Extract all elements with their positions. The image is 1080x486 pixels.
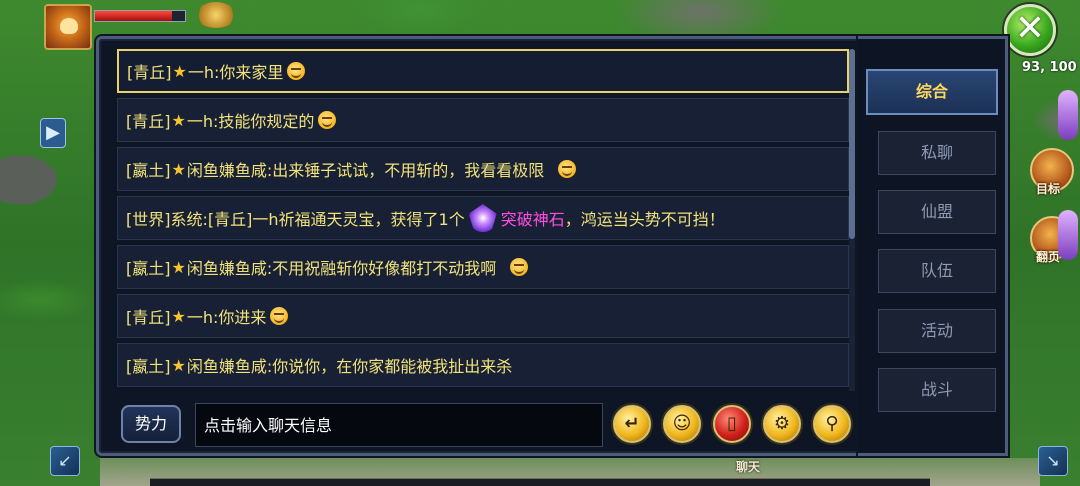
faction-channel-button[interactable]: 势力 xyxy=(121,405,181,443)
channel-tag: [嬴土] xyxy=(126,161,171,180)
channel-tag: [嬴土] xyxy=(126,259,171,278)
star-icon: ★ xyxy=(171,306,186,326)
location-pin-icon: ⚲ xyxy=(825,413,839,434)
settings-button[interactable]: ⚙ xyxy=(763,405,801,443)
smiley-icon xyxy=(510,258,529,276)
channel-tag: [青丘] xyxy=(126,112,171,131)
message-row[interactable]: [世界] 系统 :[青丘]一h祈福通天灵宝，获得了1个 突破神石 ，鸿运当头势不… xyxy=(117,196,849,240)
close-button[interactable]: ✕ xyxy=(1004,4,1056,56)
close-icon: ✕ xyxy=(1014,8,1046,49)
smiley-icon xyxy=(318,111,337,129)
message-scrollbar[interactable] xyxy=(849,49,855,391)
chat-input-row: 势力 ↵ ☺ ▯ ⚙ ⚲ xyxy=(117,401,857,447)
message-text: :你来家里 xyxy=(214,63,284,82)
channel-tag: [嬴土] xyxy=(126,357,171,376)
hp-bar-fill xyxy=(95,11,172,21)
channel-tag: [世界] xyxy=(126,210,171,229)
tab-team[interactable]: 队伍 xyxy=(878,249,996,293)
smiley-icon xyxy=(287,62,306,80)
coordinates-readout: 93, 100 xyxy=(1022,60,1077,75)
smiley-icon xyxy=(558,160,577,178)
location-button[interactable]: ⚲ xyxy=(813,405,851,443)
sender-name[interactable]: 一h xyxy=(188,59,214,83)
message-text: :出来锤子试试，不用斩的，我看看极限 xyxy=(266,161,545,180)
scroll-thumb[interactable] xyxy=(849,49,855,239)
star-icon: ★ xyxy=(172,61,187,81)
message-row[interactable]: [嬴土] ★ 闲鱼嫌鱼咸 :你说你，在你家都能被我扯出来杀 xyxy=(117,343,849,387)
message-text: :[青丘]一h祈福通天灵宝，获得了1个 xyxy=(202,210,465,229)
sender-name[interactable]: 闲鱼嫌鱼咸 xyxy=(187,353,267,377)
sender-name[interactable]: 闲鱼嫌鱼咸 xyxy=(187,255,267,279)
sender-name[interactable]: 一h xyxy=(187,304,213,328)
red-packet-button[interactable]: ▯ xyxy=(713,405,751,443)
bottom-status-bar xyxy=(150,478,930,486)
message-row[interactable]: [嬴土] ★ 闲鱼嫌鱼咸 :不用祝融斩你好像都打不动我啊 xyxy=(117,245,849,289)
tab-activity[interactable]: 活动 xyxy=(878,309,996,353)
star-icon: ★ xyxy=(171,110,186,130)
smiley-icon: ☺ xyxy=(672,413,692,434)
return-button[interactable]: ↵ xyxy=(613,405,651,443)
smiley-icon xyxy=(270,307,289,325)
channel-tag: [青丘] xyxy=(127,63,172,82)
expand-left-arrow-icon[interactable]: ▶ xyxy=(40,118,66,148)
npc-figure xyxy=(1058,210,1078,260)
channel-tag: [青丘] xyxy=(126,308,171,327)
tab-battle[interactable]: 战斗 xyxy=(878,368,996,412)
message-row[interactable]: [青丘] ★ 一h :你来家里 xyxy=(117,49,849,93)
sender-name: 系统 xyxy=(170,210,203,229)
emoji-button[interactable]: ☺ xyxy=(663,405,701,443)
red-envelope-icon: ▯ xyxy=(727,413,737,434)
target-label: 目标 xyxy=(1036,182,1061,196)
tab-private[interactable]: 私聊 xyxy=(878,131,996,175)
message-row[interactable]: [青丘] ★ 一h :技能你规定的 xyxy=(117,98,849,142)
collapse-bottom-left-icon[interactable]: ↙ xyxy=(50,446,80,476)
chat-input[interactable] xyxy=(195,403,603,447)
gear-icon: ⚙ xyxy=(773,413,791,434)
message-row[interactable]: [嬴土] ★ 闲鱼嫌鱼咸 :出来锤子试试，不用斩的，我看看极限 xyxy=(117,147,849,191)
scene-label: 聊天 xyxy=(736,460,761,474)
message-list[interactable]: [青丘] ★ 一h :你来家里 [青丘] ★ 一h :技能你规定的 [嬴土] ★… xyxy=(117,49,849,391)
channel-tab-column: 综合 私聊 仙盟 队伍 活动 战斗 xyxy=(858,36,1008,456)
star-icon: ★ xyxy=(171,355,186,375)
item-link[interactable]: 突破神石 xyxy=(501,206,565,230)
message-text: :技能你规定的 xyxy=(213,112,315,131)
star-icon: ★ xyxy=(171,257,186,277)
sender-name[interactable]: 闲鱼嫌鱼咸 xyxy=(187,157,267,181)
tab-alliance[interactable]: 仙盟 xyxy=(878,190,996,234)
flip-page-label: 翻页 xyxy=(1036,250,1061,264)
tab-general[interactable]: 综合 xyxy=(866,69,998,115)
chat-panel: [青丘] ★ 一h :你来家里 [青丘] ★ 一h :技能你规定的 [嬴土] ★… xyxy=(96,36,862,456)
hp-bar xyxy=(94,10,186,22)
message-text: :你进来 xyxy=(213,308,267,327)
message-row[interactable]: [青丘] ★ 一h :你进来 xyxy=(117,294,849,338)
sender-name[interactable]: 一h xyxy=(187,108,213,132)
message-text: :不用祝融斩你好像都打不动我啊 xyxy=(266,259,497,278)
gold-ornament-icon xyxy=(196,2,236,28)
return-arrow-icon: ↵ xyxy=(624,413,640,434)
message-text: :你说你，在你家都能被我扯出来杀 xyxy=(266,357,513,376)
player-avatar[interactable] xyxy=(44,4,92,50)
gem-item-icon[interactable] xyxy=(468,204,497,232)
message-text-after: ，鸿运当头势不可挡！ xyxy=(564,210,725,229)
npc-figure xyxy=(1058,90,1078,140)
star-icon: ★ xyxy=(171,159,186,179)
collapse-bottom-right-icon[interactable]: ↘ xyxy=(1038,446,1068,476)
